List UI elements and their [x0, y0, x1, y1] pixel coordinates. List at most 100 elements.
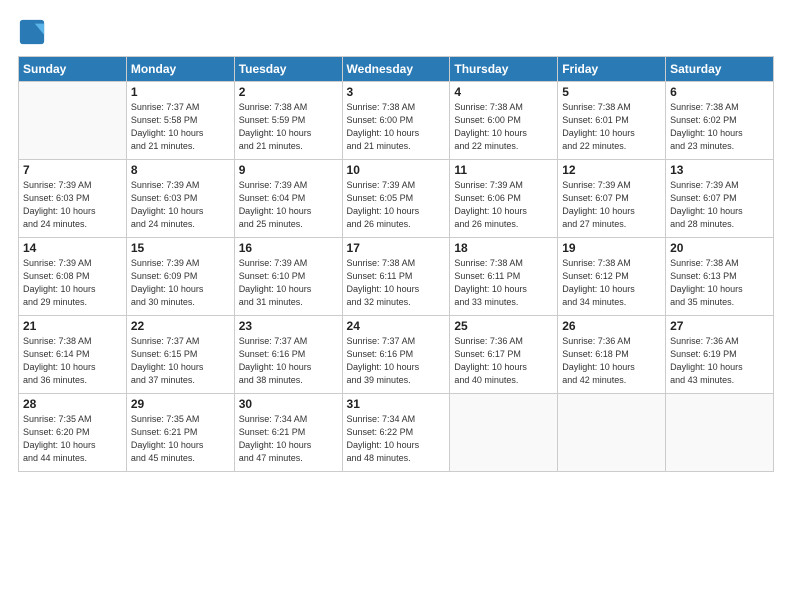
- calendar-cell: 23 Sunrise: 7:37 AM Sunset: 6:16 PM Dayli…: [234, 316, 342, 394]
- calendar-cell: 11Sunrise: 7:39 AM Sunset: 6:06 PM Dayli…: [450, 160, 558, 238]
- calendar-cell: 14 Sunrise: 7:39 AM Sunset: 6:08 PM Dayli…: [19, 238, 127, 316]
- day-info: Sunrise: 7:38 AM Sunset: 6:00 PM Dayligh…: [347, 101, 446, 153]
- day-info: Sunrise: 7:39 AM Sunset: 6:08 PM Dayligh…: [23, 257, 122, 309]
- day-info: Sunrise: 7:39 AM Sunset: 6:04 PM Dayligh…: [239, 179, 338, 231]
- calendar-cell: 8 Sunrise: 7:39 AM Sunset: 6:03 PM Daylig…: [126, 160, 234, 238]
- day-number: 15: [131, 241, 230, 255]
- day-info: Sunrise: 7:39 AM Sunset: 6:05 PM Dayligh…: [347, 179, 446, 231]
- day-info: Sunrise: 7:34 AM Sunset: 6:22 PM Dayligh…: [347, 413, 446, 465]
- calendar-cell: 25 Sunrise: 7:36 AM Sunset: 6:17 PM Dayli…: [450, 316, 558, 394]
- weekday-header-saturday: Saturday: [666, 57, 774, 82]
- calendar-cell: 19Sunrise: 7:38 AM Sunset: 6:12 PM Dayli…: [558, 238, 666, 316]
- day-info: Sunrise: 7:39 AM Sunset: 6:10 PM Dayligh…: [239, 257, 338, 309]
- day-info: Sunrise: 7:38 AM Sunset: 6:01 PM Dayligh…: [562, 101, 661, 153]
- calendar-cell: 29 Sunrise: 7:35 AM Sunset: 6:21 PM Dayli…: [126, 394, 234, 472]
- day-number: 22: [131, 319, 230, 333]
- day-info: Sunrise: 7:37 AM Sunset: 6:15 PM Dayligh…: [131, 335, 230, 387]
- calendar-cell: 15 Sunrise: 7:39 AM Sunset: 6:09 PM Dayli…: [126, 238, 234, 316]
- day-number: 25: [454, 319, 553, 333]
- day-info: Sunrise: 7:38 AM Sunset: 6:13 PM Dayligh…: [670, 257, 769, 309]
- weekday-header-tuesday: Tuesday: [234, 57, 342, 82]
- day-info: Sunrise: 7:37 AM Sunset: 6:16 PM Dayligh…: [347, 335, 446, 387]
- day-number: 28: [23, 397, 122, 411]
- day-info: Sunrise: 7:36 AM Sunset: 6:19 PM Dayligh…: [670, 335, 769, 387]
- calendar-cell: 4 Sunrise: 7:38 AM Sunset: 6:00 PM Daylig…: [450, 82, 558, 160]
- calendar-cell: [19, 82, 127, 160]
- day-number: 12: [562, 163, 661, 177]
- calendar-cell: 12 Sunrise: 7:39 AM Sunset: 6:07 PM Dayli…: [558, 160, 666, 238]
- day-number: 29: [131, 397, 230, 411]
- day-info: Sunrise: 7:34 AM Sunset: 6:21 PM Dayligh…: [239, 413, 338, 465]
- day-info: Sunrise: 7:39 AM Sunset: 6:07 PM Dayligh…: [562, 179, 661, 231]
- day-number: 6: [670, 85, 769, 99]
- calendar-cell: 28 Sunrise: 7:35 AM Sunset: 6:20 PM Dayli…: [19, 394, 127, 472]
- day-number: 30: [239, 397, 338, 411]
- calendar-cell: 5 Sunrise: 7:38 AM Sunset: 6:01 PM Daylig…: [558, 82, 666, 160]
- calendar-cell: 6 Sunrise: 7:38 AM Sunset: 6:02 PM Daylig…: [666, 82, 774, 160]
- day-info: Sunrise: 7:38 AM Sunset: 6:11 PM Dayligh…: [454, 257, 553, 309]
- weekday-header-wednesday: Wednesday: [342, 57, 450, 82]
- day-info: Sunrise: 7:35 AM Sunset: 6:21 PM Dayligh…: [131, 413, 230, 465]
- calendar-cell: 30 Sunrise: 7:34 AM Sunset: 6:21 PM Dayli…: [234, 394, 342, 472]
- calendar-cell: 20 Sunrise: 7:38 AM Sunset: 6:13 PM Dayli…: [666, 238, 774, 316]
- day-number: 1: [131, 85, 230, 99]
- day-number: 10: [347, 163, 446, 177]
- calendar-cell: 27 Sunrise: 7:36 AM Sunset: 6:19 PM Dayli…: [666, 316, 774, 394]
- calendar-cell: 13 Sunrise: 7:39 AM Sunset: 6:07 PM Dayli…: [666, 160, 774, 238]
- calendar-cell: 18 Sunrise: 7:38 AM Sunset: 6:11 PM Dayli…: [450, 238, 558, 316]
- day-info: Sunrise: 7:39 AM Sunset: 6:03 PM Dayligh…: [131, 179, 230, 231]
- day-number: 7: [23, 163, 122, 177]
- calendar-cell: 7 Sunrise: 7:39 AM Sunset: 6:03 PM Daylig…: [19, 160, 127, 238]
- logo-icon: [18, 18, 46, 46]
- calendar-cell: 1 Sunrise: 7:37 AM Sunset: 5:58 PM Daylig…: [126, 82, 234, 160]
- day-number: 18: [454, 241, 553, 255]
- calendar-cell: [450, 394, 558, 472]
- logo: [18, 18, 48, 46]
- day-number: 3: [347, 85, 446, 99]
- day-number: 19: [562, 241, 661, 255]
- day-info: Sunrise: 7:38 AM Sunset: 6:00 PM Dayligh…: [454, 101, 553, 153]
- day-number: 8: [131, 163, 230, 177]
- day-number: 9: [239, 163, 338, 177]
- day-info: Sunrise: 7:38 AM Sunset: 5:59 PM Dayligh…: [239, 101, 338, 153]
- weekday-header-sunday: Sunday: [19, 57, 127, 82]
- day-number: 14: [23, 241, 122, 255]
- calendar-cell: [666, 394, 774, 472]
- day-number: 27: [670, 319, 769, 333]
- day-number: 2: [239, 85, 338, 99]
- day-number: 5: [562, 85, 661, 99]
- calendar-cell: [558, 394, 666, 472]
- day-number: 24: [347, 319, 446, 333]
- calendar-table: SundayMondayTuesdayWednesdayThursdayFrid…: [18, 56, 774, 472]
- day-number: 23: [239, 319, 338, 333]
- calendar-cell: 2 Sunrise: 7:38 AM Sunset: 5:59 PM Daylig…: [234, 82, 342, 160]
- weekday-header-thursday: Thursday: [450, 57, 558, 82]
- calendar-cell: 24 Sunrise: 7:37 AM Sunset: 6:16 PM Dayli…: [342, 316, 450, 394]
- calendar-cell: 26Sunrise: 7:36 AM Sunset: 6:18 PM Dayli…: [558, 316, 666, 394]
- day-info: Sunrise: 7:39 AM Sunset: 6:09 PM Dayligh…: [131, 257, 230, 309]
- day-number: 21: [23, 319, 122, 333]
- weekday-header-friday: Friday: [558, 57, 666, 82]
- calendar-cell: 21 Sunrise: 7:38 AM Sunset: 6:14 PM Dayli…: [19, 316, 127, 394]
- day-info: Sunrise: 7:38 AM Sunset: 6:02 PM Dayligh…: [670, 101, 769, 153]
- calendar-cell: 9 Sunrise: 7:39 AM Sunset: 6:04 PM Daylig…: [234, 160, 342, 238]
- day-number: 13: [670, 163, 769, 177]
- day-info: Sunrise: 7:38 AM Sunset: 6:14 PM Dayligh…: [23, 335, 122, 387]
- day-number: 17: [347, 241, 446, 255]
- day-info: Sunrise: 7:35 AM Sunset: 6:20 PM Dayligh…: [23, 413, 122, 465]
- day-number: 31: [347, 397, 446, 411]
- day-number: 16: [239, 241, 338, 255]
- day-number: 11: [454, 163, 553, 177]
- calendar-cell: 17Sunrise: 7:38 AM Sunset: 6:11 PM Dayli…: [342, 238, 450, 316]
- calendar-cell: 31 Sunrise: 7:34 AM Sunset: 6:22 PM Dayli…: [342, 394, 450, 472]
- calendar-cell: 10 Sunrise: 7:39 AM Sunset: 6:05 PM Dayli…: [342, 160, 450, 238]
- day-info: Sunrise: 7:37 AM Sunset: 6:16 PM Dayligh…: [239, 335, 338, 387]
- day-info: Sunrise: 7:39 AM Sunset: 6:07 PM Dayligh…: [670, 179, 769, 231]
- day-info: Sunrise: 7:37 AM Sunset: 5:58 PM Dayligh…: [131, 101, 230, 153]
- day-info: Sunrise: 7:39 AM Sunset: 6:03 PM Dayligh…: [23, 179, 122, 231]
- calendar-cell: 16 Sunrise: 7:39 AM Sunset: 6:10 PM Dayli…: [234, 238, 342, 316]
- calendar-cell: 3 Sunrise: 7:38 AM Sunset: 6:00 PM Daylig…: [342, 82, 450, 160]
- day-number: 20: [670, 241, 769, 255]
- day-number: 4: [454, 85, 553, 99]
- day-info: Sunrise: 7:36 AM Sunset: 6:17 PM Dayligh…: [454, 335, 553, 387]
